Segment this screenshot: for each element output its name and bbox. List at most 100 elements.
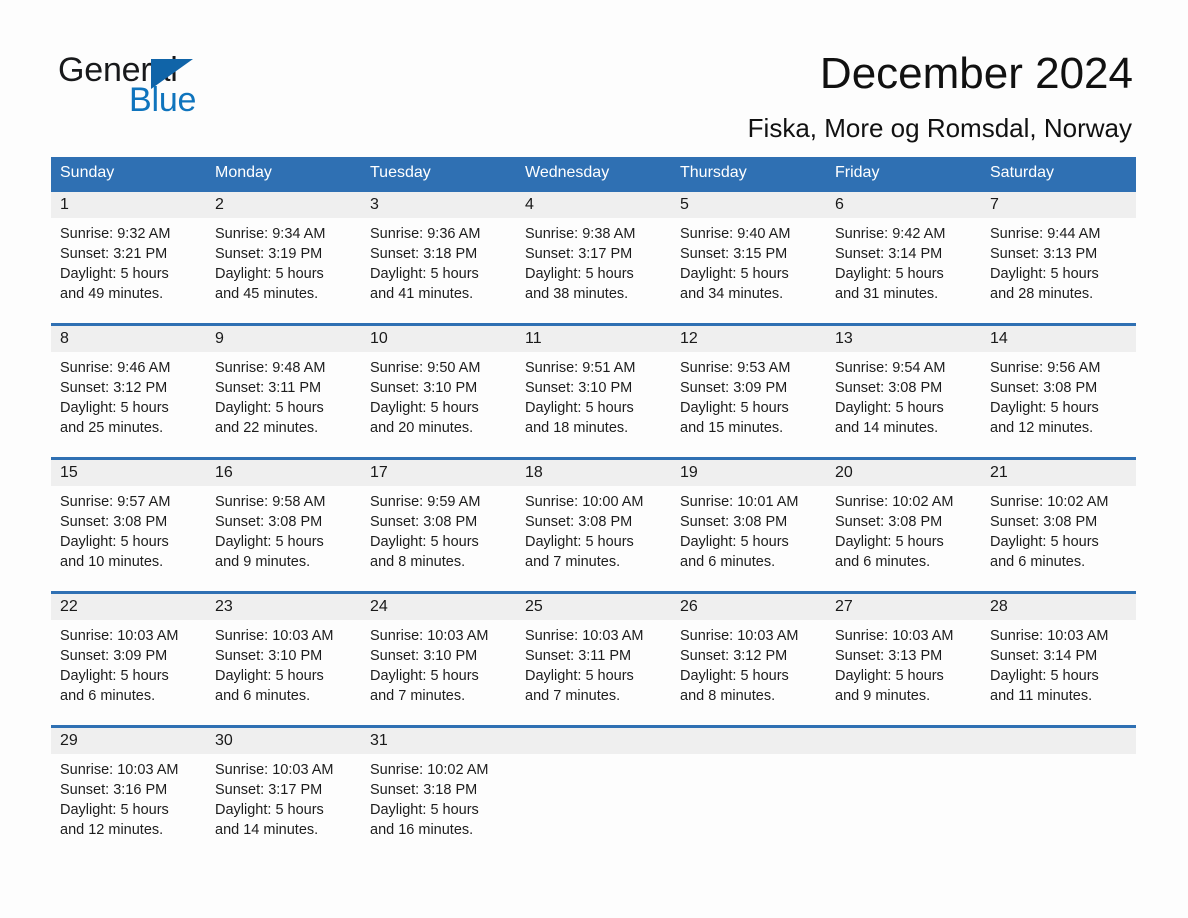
week-daynumber-row: 29 30 31 [51,728,1136,754]
page-header: General Blue December 2024 Fiska, More o… [0,0,1188,150]
week-info-row: Sunrise: 9:32 AM Sunset: 3:21 PM Dayligh… [51,218,1136,323]
day-number: 10 [370,330,388,347]
weekday-header-label: Tuesday [370,164,431,181]
day-number: 15 [60,464,78,481]
weekday-header-label: Thursday [680,164,747,181]
day-number: 29 [60,732,78,749]
generalblue-logo[interactable]: General Blue [58,52,248,122]
weekday-header-thursday: Thursday [671,157,826,189]
sun-info-text: Sunrise: 9:36 AM Sunset: 3:18 PM Dayligh… [370,226,481,302]
weekday-header-label: Saturday [990,164,1055,181]
day-cell[interactable]: 13 [826,326,981,352]
day-info-cell: Sunrise: 9:48 AM Sunset: 3:11 PM Dayligh… [206,352,361,457]
day-number [981,728,1136,754]
sun-info-text: Sunrise: 9:56 AM Sunset: 3:08 PM Dayligh… [990,360,1101,436]
weekday-header-label: Monday [215,164,272,181]
weekday-header-monday: Monday [206,157,361,189]
day-info-cell: Sunrise: 9:58 AM Sunset: 3:08 PM Dayligh… [206,486,361,591]
day-cell[interactable]: 8 [51,326,206,352]
day-number: 13 [835,330,853,347]
day-info-cell: Sunrise: 10:02 AM Sunset: 3:18 PM Daylig… [361,754,516,859]
day-cell[interactable]: 12 [671,326,826,352]
day-info-cell: Sunrise: 10:01 AM Sunset: 3:08 PM Daylig… [671,486,826,591]
day-number: 2 [215,196,224,213]
day-info-cell: Sunrise: 9:34 AM Sunset: 3:19 PM Dayligh… [206,218,361,323]
weekday-header-sunday: Sunday [51,157,206,189]
sun-info-text: Sunrise: 9:58 AM Sunset: 3:08 PM Dayligh… [215,494,326,570]
day-cell[interactable]: 3 [361,192,516,218]
sun-info-text: Sunrise: 9:51 AM Sunset: 3:10 PM Dayligh… [525,360,636,436]
day-cell[interactable]: 2 [206,192,361,218]
day-cell[interactable]: 24 [361,594,516,620]
day-cell[interactable]: 5 [671,192,826,218]
day-cell[interactable]: 10 [361,326,516,352]
day-number: 26 [680,598,698,615]
sun-info-text: Sunrise: 10:03 AM Sunset: 3:16 PM Daylig… [60,762,179,838]
day-cell[interactable]: 4 [516,192,671,218]
day-cell[interactable]: 7 [981,192,1136,218]
sun-info-text: Sunrise: 10:02 AM Sunset: 3:08 PM Daylig… [835,494,954,570]
day-number: 11 [525,330,542,347]
day-number: 4 [525,196,534,213]
sun-info-text: Sunrise: 10:02 AM Sunset: 3:08 PM Daylig… [990,494,1109,570]
day-cell[interactable]: 27 [826,594,981,620]
day-info-cell: Sunrise: 10:00 AM Sunset: 3:08 PM Daylig… [516,486,671,591]
sun-info-text: Sunrise: 9:50 AM Sunset: 3:10 PM Dayligh… [370,360,481,436]
weekday-header-label: Friday [835,164,880,181]
day-number: 16 [215,464,233,481]
day-cell[interactable]: 14 [981,326,1136,352]
day-cell[interactable]: 22 [51,594,206,620]
sun-info-text: Sunrise: 10:01 AM Sunset: 3:08 PM Daylig… [680,494,799,570]
day-cell[interactable]: 6 [826,192,981,218]
day-info-cell: Sunrise: 10:03 AM Sunset: 3:17 PM Daylig… [206,754,361,859]
day-cell[interactable]: 26 [671,594,826,620]
day-cell[interactable]: 25 [516,594,671,620]
day-number: 14 [990,330,1008,347]
day-cell[interactable]: 19 [671,460,826,486]
day-number: 12 [680,330,698,347]
day-info-cell-empty [671,754,826,859]
day-cell[interactable]: 29 [51,728,206,754]
day-number: 17 [370,464,388,481]
sun-info-text: Sunrise: 9:57 AM Sunset: 3:08 PM Dayligh… [60,494,171,570]
week-daynumber-row: 15 16 17 18 19 20 21 [51,460,1136,486]
calendar-week: 8 9 10 11 12 13 14 Sunrise: 9:46 AM Suns… [51,323,1136,457]
logo-text-blue: Blue [129,81,197,119]
day-cell[interactable]: 21 [981,460,1136,486]
weekday-header-tuesday: Tuesday [361,157,516,189]
day-info-cell: Sunrise: 10:03 AM Sunset: 3:12 PM Daylig… [671,620,826,725]
day-cell[interactable]: 31 [361,728,516,754]
day-cell[interactable]: 28 [981,594,1136,620]
day-cell[interactable]: 20 [826,460,981,486]
day-number: 20 [835,464,853,481]
sun-info-text: Sunrise: 9:40 AM Sunset: 3:15 PM Dayligh… [680,226,791,302]
day-cell[interactable]: 15 [51,460,206,486]
weekday-header-saturday: Saturday [981,157,1136,189]
sun-info-text [671,754,826,859]
day-cell[interactable]: 1 [51,192,206,218]
sun-info-text: Sunrise: 9:53 AM Sunset: 3:09 PM Dayligh… [680,360,791,436]
day-cell[interactable]: 23 [206,594,361,620]
day-cell[interactable]: 16 [206,460,361,486]
calendar-week: 29 30 31 Sunrise: 10:03 AM Sunset: 3:16 … [51,725,1136,859]
day-number: 6 [835,196,844,213]
weekday-header-row: Sunday Monday Tuesday Wednesday Thursday… [51,157,1136,189]
day-info-cell: Sunrise: 9:38 AM Sunset: 3:17 PM Dayligh… [516,218,671,323]
day-cell[interactable]: 17 [361,460,516,486]
day-info-cell-empty [826,754,981,859]
day-cell[interactable]: 11 [516,326,671,352]
day-cell-empty [826,728,981,754]
sun-info-text: Sunrise: 10:03 AM Sunset: 3:10 PM Daylig… [370,628,489,704]
day-number: 24 [370,598,388,615]
day-cell-empty [516,728,671,754]
day-info-cell: Sunrise: 9:51 AM Sunset: 3:10 PM Dayligh… [516,352,671,457]
day-number [671,728,826,754]
page-title: December 2024 [819,49,1133,98]
day-cell[interactable]: 18 [516,460,671,486]
day-number: 18 [525,464,543,481]
day-cell[interactable]: 9 [206,326,361,352]
sun-info-text: Sunrise: 10:03 AM Sunset: 3:17 PM Daylig… [215,762,334,838]
day-number: 21 [990,464,1008,481]
day-cell[interactable]: 30 [206,728,361,754]
sun-info-text: Sunrise: 9:46 AM Sunset: 3:12 PM Dayligh… [60,360,171,436]
